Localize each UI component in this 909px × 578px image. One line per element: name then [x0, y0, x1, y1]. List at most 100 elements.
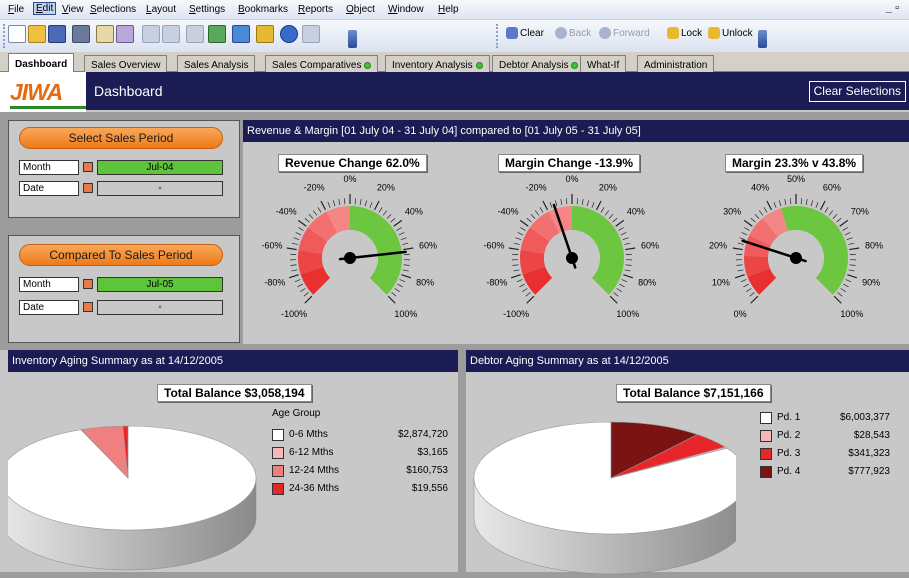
clear-selections-button[interactable]: Clear Selections	[809, 81, 906, 102]
save-icon[interactable]	[48, 25, 66, 43]
clear-button[interactable]: Clear	[506, 27, 544, 39]
gauge-tick	[520, 227, 525, 230]
toolbar-overflow-icon[interactable]	[348, 30, 357, 48]
gauge-tick	[841, 288, 846, 291]
tab-administration[interactable]: Administration	[637, 55, 714, 72]
gauge-tick	[764, 207, 767, 212]
tab-label: Sales Analysis	[184, 60, 248, 71]
context-help-icon[interactable]	[302, 25, 320, 43]
legend-value: $3,165	[417, 447, 448, 458]
gauge-tick	[849, 270, 855, 271]
unlock-button[interactable]: Unlock	[708, 27, 753, 39]
menu-selections[interactable]: Selections	[90, 4, 136, 15]
gauge-tick	[294, 238, 300, 240]
tab-dashboard[interactable]: Dashboard	[8, 53, 74, 73]
new-icon[interactable]	[8, 25, 26, 43]
forward-label: Forward	[613, 28, 650, 39]
tab-sales-overview[interactable]: Sales Overview	[84, 55, 167, 72]
tab-what-if[interactable]: What-If	[580, 55, 626, 72]
lock-button[interactable]: Lock	[667, 27, 702, 39]
gauge-tick	[370, 202, 372, 208]
gauge-tick	[806, 199, 807, 205]
select-sales-period-button[interactable]: Select Sales Period	[19, 127, 223, 149]
compare-month-value[interactable]: Jul-05	[97, 277, 223, 292]
menu-edit[interactable]: Edit	[33, 2, 56, 15]
check-icon[interactable]	[208, 25, 226, 43]
gauge-tick	[295, 279, 301, 281]
help-icon[interactable]	[280, 25, 298, 43]
forward-button[interactable]: Forward	[599, 27, 650, 39]
menu-object[interactable]: Object	[346, 4, 375, 15]
find-icon[interactable]	[186, 25, 204, 43]
debtor-aging-panel: Debtor Aging Summary as at 14/12/2005 To…	[466, 350, 909, 572]
legend-swatch	[272, 483, 284, 495]
gauge-tick	[790, 198, 791, 204]
tools-icon[interactable]	[256, 25, 274, 43]
gauge-tick	[624, 243, 630, 244]
gauge-tick	[526, 292, 531, 296]
tab-debtor-analysis[interactable]: Debtor Analysis	[492, 55, 585, 72]
date-label: Date	[19, 300, 79, 315]
gauge-tick-label: -80%	[486, 277, 507, 287]
date-selector-icon[interactable]	[83, 302, 93, 312]
toolbar-overflow-icon[interactable]	[758, 30, 767, 48]
menu-help[interactable]: Help	[438, 4, 459, 15]
gauge-tick-label: 20%	[377, 183, 395, 193]
menu-settings[interactable]: Settings	[189, 4, 225, 15]
menu-bookmarks[interactable]: Bookmarks	[238, 4, 288, 15]
gauge-tick	[540, 207, 543, 212]
window-controls[interactable]: _ ▫	[886, 2, 899, 14]
gauge-tick-label: 50%	[787, 174, 805, 184]
page-title: Dashboard	[94, 83, 163, 99]
tab-inventory-analysis[interactable]: Inventory Analysis	[385, 55, 490, 72]
tab-sales-comparatives[interactable]: Sales Comparatives	[265, 55, 378, 72]
status-dot-icon	[571, 62, 578, 69]
back-button[interactable]: Back	[555, 27, 591, 39]
open-icon[interactable]	[28, 25, 46, 43]
menu-reports[interactable]: Reports	[298, 4, 333, 15]
gauge-tick	[297, 284, 302, 287]
select-date-value[interactable]: ◦	[97, 181, 223, 196]
menu-view[interactable]: View	[62, 4, 84, 15]
gauge-tick	[774, 202, 776, 208]
gauge-needle-hub	[344, 252, 356, 264]
month-selector-icon[interactable]	[83, 162, 93, 172]
gauge-tick	[522, 288, 527, 291]
gauge-tick	[623, 275, 633, 278]
gauge-tick	[300, 288, 305, 291]
back-icon	[555, 27, 567, 39]
legend-label: 0-6 Mths	[289, 429, 328, 440]
gauge-tick	[402, 243, 408, 244]
chart-icon[interactable]	[232, 25, 250, 43]
month-selector-icon[interactable]	[83, 279, 93, 289]
toolbar-grip[interactable]	[496, 24, 499, 48]
menu-layout[interactable]: Layout	[146, 4, 176, 15]
menu-window[interactable]: Window	[388, 4, 424, 15]
redo-icon[interactable]	[162, 25, 180, 43]
select-month-value[interactable]: Jul-04	[97, 160, 223, 175]
compare-date-value[interactable]: ◦	[97, 300, 223, 315]
toolbar-grip[interactable]	[3, 24, 6, 48]
compared-to-period-button[interactable]: Compared To Sales Period	[19, 244, 223, 266]
gauge-tick	[741, 279, 747, 281]
gauge-tick	[561, 199, 562, 205]
gauge-tick	[318, 207, 321, 212]
gauge-tick	[825, 207, 828, 212]
date-selector-icon[interactable]	[83, 183, 93, 193]
gauge-tick	[379, 207, 382, 212]
gauge-tick-label: -60%	[483, 241, 504, 251]
gauge-tick	[746, 288, 751, 291]
gauge-tick	[543, 201, 548, 210]
copy-icon[interactable]	[116, 25, 134, 43]
gauge-tick	[785, 199, 786, 205]
undo-icon[interactable]	[142, 25, 160, 43]
print-icon[interactable]	[72, 25, 90, 43]
gauge-tick	[400, 279, 406, 281]
edit-icon[interactable]	[96, 25, 114, 43]
tab-sales-analysis[interactable]: Sales Analysis	[177, 55, 255, 72]
unlock-icon	[708, 27, 720, 39]
gauge-tick	[404, 265, 410, 266]
menu-file[interactable]: File	[8, 4, 24, 15]
pie-slice	[8, 426, 256, 530]
unlock-label: Unlock	[722, 28, 753, 39]
